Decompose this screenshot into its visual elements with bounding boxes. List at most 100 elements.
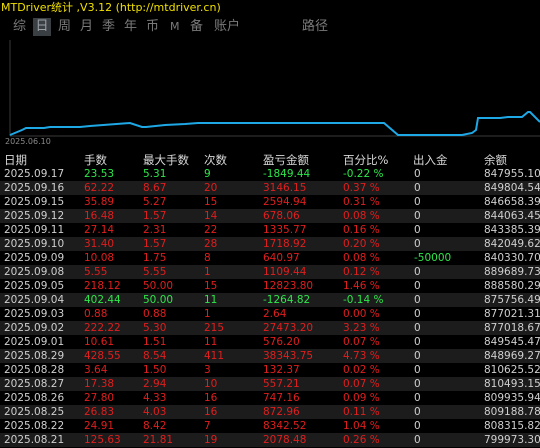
cell-pct: 0.11 %	[343, 406, 380, 418]
cell-date: 2025.08.26	[4, 392, 65, 404]
cell-count: 15	[204, 280, 218, 292]
table-row[interactable]: 2025.09.05 218.12 50.00 15 12823.80 1.46 % 0 88…	[0, 279, 540, 293]
cell-inout: 0	[414, 392, 421, 404]
tab-day[interactable]: 日	[33, 18, 51, 36]
tab-year[interactable]: 年	[124, 18, 137, 36]
header-date: 日期	[4, 153, 27, 167]
tab-quarter[interactable]: 季	[102, 18, 115, 36]
cell-lots: 10.61	[84, 336, 115, 348]
cell-max-lots: 0.88	[143, 308, 167, 320]
cell-pnl: 747.16	[263, 392, 300, 404]
cell-pnl: 8342.52	[263, 420, 307, 432]
cell-balance: 844063.45	[484, 210, 540, 222]
tab-account[interactable]: 账户	[214, 18, 240, 36]
cell-max-lots: 1.57	[143, 210, 167, 222]
cell-lots: 125.63	[84, 434, 121, 446]
cell-count: 411	[204, 350, 225, 362]
table-row[interactable]: 2025.08.28 3.64 1.50 3 132.37 0.02 % 0 810625.5…	[0, 363, 540, 377]
cell-date: 2025.09.12	[4, 210, 65, 222]
table-row[interactable]: 2025.09.15 35.89 5.27 15 2594.94 0.31 % 0 84665…	[0, 195, 540, 209]
cell-lots: 428.55	[84, 350, 121, 362]
table-row[interactable]: 2025.09.16 62.22 8.67 20 3146.15 0.37 % 0 84980…	[0, 181, 540, 195]
cell-inout: 0	[414, 420, 421, 432]
tab-currency[interactable]: 币	[146, 18, 159, 36]
cell-max-lots: 2.94	[143, 378, 167, 390]
cell-pnl: 2.64	[263, 308, 287, 320]
cell-pnl: 678.06	[263, 210, 300, 222]
cell-count: 9	[204, 168, 211, 180]
tab-notes[interactable]: 备	[190, 18, 203, 36]
cell-lots: 31.40	[84, 238, 115, 250]
header-inout: 出入金	[413, 153, 448, 167]
tab-month[interactable]: 月	[80, 18, 93, 36]
daily-stats-table: 2025.09.17 23.53 5.31 9 -1849.44 -0.22 % 0 8479…	[0, 167, 540, 447]
table-row[interactable]: 2025.09.11 27.14 2.31 22 1335.77 0.16 % 0 84338…	[0, 223, 540, 237]
tab-m[interactable]: M	[170, 18, 180, 36]
cell-balance: 889689.73	[484, 266, 540, 278]
table-row[interactable]: 2025.09.03 0.88 0.88 1 2.64 0.00 % 0 877021.31	[0, 307, 540, 321]
cell-date: 2025.09.08	[4, 266, 65, 278]
table-header: 日期 手数 最大手数 次数 盈亏金额 百分比% 出入金 余额	[0, 152, 540, 168]
table-row[interactable]: 2025.08.27 17.38 2.94 10 557.21 0.07 % 0 810493…	[0, 377, 540, 391]
cell-inout: 0	[414, 196, 421, 208]
cell-date: 2025.09.02	[4, 322, 65, 334]
cell-lots: 0.88	[84, 308, 108, 320]
tab-path[interactable]: 路径	[302, 18, 328, 36]
cell-pnl: 576.20	[263, 336, 300, 348]
table-row[interactable]: 2025.08.26 27.80 4.33 16 747.16 0.09 % 0 809935…	[0, 391, 540, 405]
tab-week[interactable]: 周	[58, 18, 71, 36]
table-row[interactable]: 2025.09.04 402.44 50.00 11 -1264.82 -0.14 % 0 8…	[0, 293, 540, 307]
header-pnl: 盈亏金额	[263, 153, 309, 167]
table-row[interactable]: 2025.09.10 31.40 1.57 28 1718.92 0.20 % 0 84204…	[0, 237, 540, 251]
table-row[interactable]: 2025.09.17 23.53 5.31 9 -1849.44 -0.22 % 0 8479…	[0, 167, 540, 181]
cell-lots: 16.48	[84, 210, 115, 222]
cell-count: 19	[204, 434, 218, 446]
cell-pnl: 557.21	[263, 378, 300, 390]
cell-inout: 0	[414, 210, 421, 222]
table-row[interactable]: 2025.09.02 222.22 5.30 215 27473.20 3.23 % 0 87…	[0, 321, 540, 335]
cell-pnl: 132.37	[263, 364, 300, 376]
cell-max-lots: 5.27	[143, 196, 167, 208]
cell-max-lots: 1.50	[143, 364, 167, 376]
cell-balance: 888580.29	[484, 280, 540, 292]
cell-pct: 0.16 %	[343, 224, 380, 236]
cell-pct: 0.12 %	[343, 266, 380, 278]
cell-pct: 0.31 %	[343, 196, 380, 208]
cell-max-lots: 5.55	[143, 266, 167, 278]
cell-count: 215	[204, 322, 225, 334]
cell-lots: 27.80	[84, 392, 115, 404]
cell-balance: 809188.78	[484, 406, 540, 418]
header-count: 次数	[204, 153, 227, 167]
cell-balance: 849545.47	[484, 336, 540, 348]
cell-date: 2025.09.10	[4, 238, 65, 250]
chart-start-date: 2025.06.10	[5, 137, 51, 146]
table-row[interactable]: 2025.09.08 5.55 5.55 1 1109.44 0.12 % 0 889689.…	[0, 265, 540, 279]
cell-max-lots: 8.67	[143, 182, 167, 194]
cell-pnl: 2594.94	[263, 196, 307, 208]
cell-date: 2025.08.22	[4, 420, 65, 432]
table-row[interactable]: 2025.08.21 125.63 21.81 19 2078.48 0.26 % 0 799…	[0, 433, 540, 447]
cell-pct: 1.46 %	[343, 280, 380, 292]
cell-lots: 35.89	[84, 196, 115, 208]
cell-inout: 0	[414, 336, 421, 348]
table-row[interactable]: 2025.09.12 16.48 1.57 14 678.06 0.08 % 0 844063…	[0, 209, 540, 223]
cell-date: 2025.09.04	[4, 294, 65, 306]
tab-summary[interactable]: 综	[13, 18, 26, 36]
table-row[interactable]: 2025.08.29 428.55 8.54 411 38343.75 4.73 % 0 84…	[0, 349, 540, 363]
period-tabs: 综 日 周 月 季 年 币 M 备 账户 路径	[0, 16, 540, 38]
cell-pnl: 1718.92	[263, 238, 307, 250]
cell-count: 20	[204, 182, 218, 194]
table-row[interactable]: 2025.09.01 10.61 1.51 11 576.20 0.07 % 0 849545…	[0, 335, 540, 349]
cell-pnl: 640.97	[263, 252, 300, 264]
cell-date: 2025.09.16	[4, 182, 65, 194]
table-row[interactable]: 2025.08.25 26.83 4.03 16 872.96 0.11 % 0 809188…	[0, 405, 540, 419]
cell-balance: 847955.10	[484, 168, 540, 180]
cell-pnl: 3146.15	[263, 182, 307, 194]
cell-balance: 810625.52	[484, 364, 540, 376]
cell-pct: 0.20 %	[343, 238, 380, 250]
table-row[interactable]: 2025.08.22 24.91 8.42 7 8342.52 1.04 % 0 808315…	[0, 419, 540, 433]
cell-max-lots: 1.75	[143, 252, 167, 264]
table-row[interactable]: 2025.09.09 10.08 1.75 8 640.97 0.08 % -50000 84…	[0, 251, 540, 265]
cell-balance: 846658.39	[484, 196, 540, 208]
cell-date: 2025.08.29	[4, 350, 65, 362]
